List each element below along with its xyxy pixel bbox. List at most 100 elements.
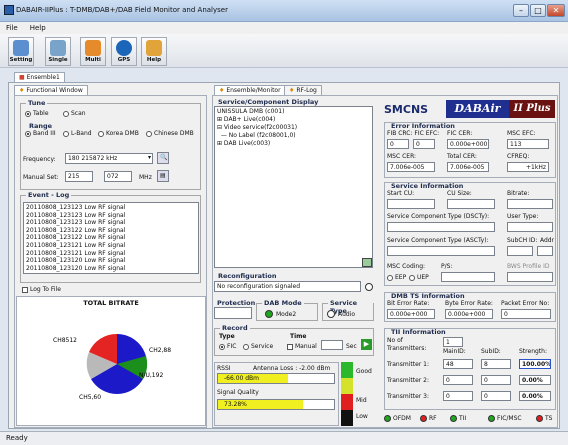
manual-mhz-input[interactable]: 215 [65,171,93,182]
brand-logo: SMCNS DABAir II Plus [378,100,556,120]
ascty-value [387,246,495,256]
menu-bar: File Help [0,22,568,34]
bitrate-label-ch560: CH5,60 [79,394,101,401]
menu-file[interactable]: File [6,24,18,32]
dmb-ts-panel: DMB TS Information Bit Error Rate: Byte … [384,292,556,322]
frequency-select[interactable]: 180 215872 kHz ▾ [65,153,153,164]
log-entry[interactable]: 20110808_123123 Low RF signal [26,219,196,227]
tree-node[interactable]: ⊟ Video service(f2c00031) [217,124,370,132]
frequency-label: Frequency: [23,156,56,163]
record-service-radio[interactable]: Service [243,343,273,350]
manual-khz-input[interactable]: 072 [104,171,132,182]
tii-panel: TII Information No of Transmitters: 1 Ma… [384,328,556,410]
bitrate-label-ch288: CH2,88 [149,347,171,354]
maximize-button[interactable]: □ [530,4,546,17]
log-entry[interactable]: 20110808_123122 Low RF signal [26,227,196,235]
transmitter-label: Transmitter 3: [387,393,429,400]
status-text: Ready [6,434,28,442]
indicator-ts: TS [536,415,552,422]
record-manual-checkbox[interactable]: Manual [287,343,317,350]
log-entry[interactable]: 20110808_123122 Low RF signal [26,234,196,242]
tree-node[interactable]: ⊞ DAB Live(c003) [217,140,370,148]
transmitter-strength: 0.00% [519,391,551,401]
tune-title: Tune [26,99,48,107]
transmitter-subid: 8 [481,359,511,369]
msc-efc-value: 113 [507,139,549,149]
search-icon[interactable]: 🔍 [157,152,169,164]
bitrate-label-ch8512: CH8512 [53,337,77,344]
tree-node[interactable]: — No Label (f2c08001,0) [217,132,370,140]
setting-button[interactable]: Setting [8,37,34,66]
range-korea[interactable]: Korea DMB [98,130,139,137]
ps-value [441,272,495,282]
log-entry[interactable]: 20110808_123120 Low RF signal [26,265,196,273]
tree-node[interactable]: UNISSULA DMB (c001) [217,108,370,116]
antenna-loss: Antenna Loss : -2.00 dBm [253,365,331,372]
subch-id-value [507,246,533,256]
ensemble-icon: ■ [19,74,25,81]
cu-size-value [447,199,495,209]
dscty-value [387,222,495,232]
log-entry[interactable]: 20110808_123123 Low RF signal [26,204,196,212]
rssi-value: -66.00 dBm [224,375,260,382]
fic-efc-value: 0 [413,139,435,149]
user-type-value [507,222,553,232]
transmitter-subid: 0 [481,391,511,401]
transmitter-mainid: 0 [443,375,473,385]
tab-rf-log[interactable]: ♦ RF-Log [284,85,322,95]
bit-error-value: 0.000e+000 [387,309,435,319]
record-fic-radio[interactable]: FIC [219,343,236,350]
gps-button[interactable]: GPS [111,37,137,66]
menu-help[interactable]: Help [30,24,46,32]
table-radio[interactable]: Table [25,110,49,117]
service-info-panel: Service Information Start CU: CU Size: B… [384,182,556,286]
rf-log-icon: ♦ [289,87,295,94]
event-log-list[interactable]: 20110808_123123 Low RF signal 20110808_12… [23,202,199,274]
toolbar: Setting Single Multi GPS Help [0,34,568,68]
range-chinese[interactable]: Chinese DMB [146,130,194,137]
log-entry[interactable]: 20110808_123123 Low RF signal [26,212,196,220]
range-band3[interactable]: Band III [25,130,56,137]
multi-button[interactable]: Multi [80,37,106,66]
help-button[interactable]: Help [141,37,167,66]
quality-value: 73.28% [224,401,247,408]
indicator-rf: RF [420,415,437,422]
tab-ensemble1[interactable]: ■ Ensemble1 [14,72,65,82]
transmitter-mainid: 48 [443,359,473,369]
tab-functional-window[interactable]: ♦ Functional Window [14,85,88,95]
single-button[interactable]: Single [45,37,71,66]
record-sec-input[interactable] [321,340,343,350]
eep-radio[interactable]: EEP [387,274,406,281]
range-title: Range [27,122,55,130]
range-lband[interactable]: L-Band [63,130,92,137]
scan-radio[interactable]: Scan [63,110,86,117]
service-type-led [327,310,335,318]
dab-mode-value: Mode2 [276,311,297,318]
reconfig-indicator [365,283,373,291]
log-entry[interactable]: 20110808_123121 Low RF signal [26,250,196,258]
record-play-button[interactable]: ▶ [361,339,372,350]
refresh-icon[interactable] [362,258,372,267]
quality-scale [341,362,353,426]
event-log-group: Event - Log 20110808_123123 Low RF signa… [20,191,201,283]
minimize-button[interactable]: – [513,4,529,17]
manual-unit: MHz [139,174,152,181]
log-entry[interactable]: 20110808_123120 Low RF signal [26,257,196,265]
functional-icon: ♦ [19,87,25,94]
single-icon [50,40,66,56]
service-tree[interactable]: UNISSULA DMB (c001) ⊞ DAB+ Live(c004) ⊟ Vi… [214,106,373,268]
log-entry[interactable]: 20110808_123121 Low RF signal [26,242,196,250]
apply-icon[interactable]: ▤ [157,170,169,182]
title-bar: DABAIR-IIPlus : T-DMB/DAB+/DAB Field Mon… [0,0,568,22]
transmitter-subid: 0 [481,375,511,385]
log-to-file-checkbox[interactable]: Log To File [22,286,61,293]
tree-node[interactable]: ⊞ DAB+ Live(c004) [217,116,370,124]
close-button[interactable]: ✕ [547,4,565,17]
msc-cer-value: 7.006e-005 [387,162,435,172]
uep-radio[interactable]: UEP [409,274,429,281]
tab-ensemble-monitor[interactable]: ♦ Ensemble/Monitor [214,85,286,95]
protection-value [214,307,252,319]
indicator-tii: TII [450,415,466,422]
transmitter-label: Transmitter 2: [387,377,429,384]
manual-label: Manual Set: [23,174,59,181]
